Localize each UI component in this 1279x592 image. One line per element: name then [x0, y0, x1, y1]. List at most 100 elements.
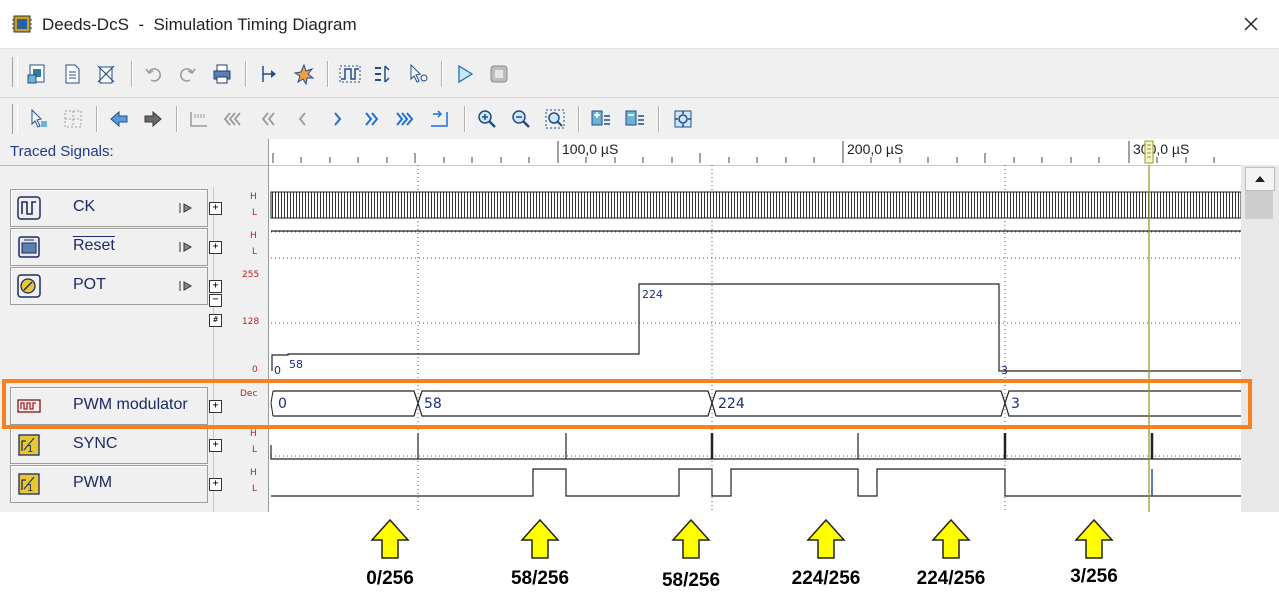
step-forward-icon	[334, 112, 342, 126]
toolbar-separator	[327, 61, 329, 87]
pot-mid-label: 128	[242, 317, 260, 327]
trace-start-button[interactable]	[186, 106, 212, 132]
signal-row-pot[interactable]: POT	[10, 267, 208, 305]
ruler-label-100: 100,0 µS	[562, 141, 619, 157]
settings-icon	[674, 110, 692, 128]
new-page-button[interactable]	[59, 61, 85, 87]
pot-scale-button[interactable]: #	[209, 314, 222, 327]
main-toolbar	[0, 49, 1279, 97]
annotation-label: 0/256	[366, 568, 414, 589]
cursor-pointer-button[interactable]	[26, 106, 52, 132]
signal-row-reset[interactable]: Reset	[10, 228, 208, 266]
signal-row-sync[interactable]: 1 SYNC	[10, 426, 208, 464]
digital-output-icon: 1	[18, 473, 40, 495]
settings-button[interactable]	[670, 106, 696, 132]
toolbar-separator	[245, 61, 247, 87]
ck-waveform	[270, 191, 1241, 219]
undo-icon	[145, 68, 161, 82]
signal-name-pot: POT	[73, 276, 106, 293]
step-forward-button[interactable]	[324, 106, 350, 132]
forward-2-button[interactable]	[358, 106, 384, 132]
expand-ck-button[interactable]: +	[209, 202, 222, 215]
marker-button[interactable]	[257, 61, 283, 87]
toolbar-separator	[176, 106, 178, 132]
collapse-button[interactable]	[622, 106, 648, 132]
toolbar-separator	[658, 106, 660, 132]
forward-icon	[144, 110, 162, 128]
up-arrow-icon	[370, 518, 410, 559]
collapse-icon	[625, 110, 644, 126]
undo-button[interactable]	[141, 61, 167, 87]
level-high-label: H	[250, 468, 257, 478]
toolbar-grip[interactable]	[12, 57, 18, 87]
toolbar-separator	[441, 61, 443, 87]
expand-sync-button[interactable]: +	[209, 439, 222, 452]
rewind-2-button[interactable]	[256, 106, 282, 132]
app-chip-icon	[12, 14, 32, 34]
up-arrow-icon	[671, 518, 711, 559]
print-button[interactable]	[209, 61, 235, 87]
scroll-thumb[interactable]	[1245, 191, 1273, 219]
trace-start-icon	[190, 112, 207, 127]
time-ruler: 100,0 µS 200,0 µS 300,0 µS	[269, 139, 1241, 166]
expand-pwm-button[interactable]: +	[209, 478, 222, 491]
select-arrow-icon[interactable]	[177, 240, 195, 254]
new-page-icon	[65, 64, 80, 84]
expand-reset-button[interactable]: +	[209, 241, 222, 254]
cursor-select-button[interactable]	[405, 61, 431, 87]
grid-button[interactable]	[60, 106, 86, 132]
signal-order-button[interactable]	[371, 61, 397, 87]
back-button[interactable]	[106, 106, 132, 132]
run-simulation-button[interactable]	[452, 61, 478, 87]
redo-button[interactable]	[174, 61, 200, 87]
expand-button[interactable]	[588, 106, 614, 132]
burst-button[interactable]	[291, 61, 317, 87]
scroll-up-button[interactable]	[1245, 167, 1275, 191]
clear-page-button[interactable]	[93, 61, 119, 87]
level-low-label: L	[252, 445, 258, 455]
select-arrow-icon[interactable]	[177, 279, 195, 293]
back-icon	[110, 110, 128, 128]
print-icon	[213, 64, 231, 84]
close-icon	[1244, 17, 1258, 31]
up-arrow-icon	[520, 518, 560, 559]
traced-signals-header: Traced Signals:	[0, 139, 268, 166]
expand-pot-button[interactable]: +	[209, 280, 222, 293]
timing-diagram-area[interactable]: 100,0 µS 200,0 µS 300,0 µS 58 224 3 0 0 …	[269, 139, 1279, 512]
zoom-out-button[interactable]	[508, 106, 534, 132]
zoom-fit-button[interactable]	[542, 106, 568, 132]
forward-button[interactable]	[140, 106, 166, 132]
annotation-label: 58/256	[661, 570, 721, 591]
time-cursor-handle[interactable]	[1143, 139, 1155, 165]
level-high-label: H	[250, 231, 257, 241]
title-bar: Deeds-DcS - Simulation Timing Diagram	[0, 0, 1279, 49]
select-arrow-icon[interactable]	[177, 201, 195, 215]
wave-setup-button[interactable]	[337, 61, 363, 87]
window-title: Deeds-DcS - Simulation Timing Diagram	[42, 15, 357, 34]
level-high-label: H	[250, 192, 257, 202]
trace-end-button[interactable]	[426, 106, 452, 132]
timing-file-button[interactable]	[25, 61, 51, 87]
zoom-in-button[interactable]	[474, 106, 500, 132]
fast-forward-3-button[interactable]	[392, 106, 418, 132]
trace-end-icon	[431, 110, 448, 127]
toolbar-grip[interactable]	[12, 104, 18, 134]
reset-icon	[18, 236, 40, 258]
signal-row-pwm[interactable]: 1 PWM	[10, 465, 208, 503]
fast-rewind-3-button[interactable]	[220, 106, 246, 132]
collapse-pot-button[interactable]: −	[209, 294, 222, 307]
waveform-canvas: 58 224 3 0 0 58 224 3	[270, 165, 1241, 512]
annotation-label: 58/256	[510, 568, 570, 589]
step-back-button[interactable]	[290, 106, 316, 132]
pot-value-label: 224	[642, 288, 663, 301]
level-column-border	[213, 187, 214, 512]
level-low-label: L	[252, 484, 258, 494]
toolbar-separator	[131, 61, 133, 87]
signal-row-ck[interactable]: CK	[10, 189, 208, 227]
timing-diagram-window: Deeds-DcS - Simulation Timing Diagram Tr…	[0, 0, 1279, 512]
close-button[interactable]	[1228, 6, 1274, 42]
stop-simulation-button[interactable]	[486, 61, 512, 87]
pot-waveform	[271, 283, 1241, 372]
zoom-fit-icon	[545, 109, 565, 129]
up-arrow-icon	[1074, 518, 1114, 559]
